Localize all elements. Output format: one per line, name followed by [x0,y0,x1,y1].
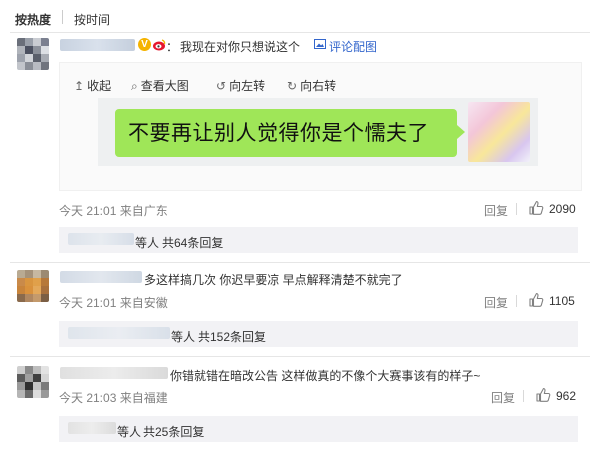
sub-reply-count-link[interactable]: 共64条回复 [162,234,223,251]
sub-reply-users[interactable] [68,422,116,434]
sub-reply-count-link[interactable]: 共152条回复 [198,328,266,345]
reply-button[interactable]: 回复 [491,389,515,406]
chat-avatar-image [468,102,530,162]
comment-image-link[interactable]: 评论配图 [329,38,377,55]
comment-colon: ： [166,40,179,54]
sub-reply-suffix: 等人 [171,330,196,344]
sub-reply-suffix: 等人 [117,425,142,439]
rotate-right-label: 向右转 [300,79,337,93]
avatar[interactable] [17,366,49,398]
rotate-left-label: 向左转 [229,79,266,93]
sort-by-time-tab[interactable]: 按时间 [74,11,110,28]
collapse-label: 收起 [87,79,112,93]
action-separator [516,203,517,215]
sub-reply-suffix: 等人 [135,236,160,250]
action-separator [523,390,524,402]
comment-divider [10,356,590,357]
comment-time: 今天 21:01 来自安徽 [59,296,168,310]
view-large-label: 查看大图 [140,79,189,93]
rotate-left-button[interactable]: ↺ 向左转 [216,77,265,94]
reply-button[interactable]: 回复 [484,294,508,311]
avatar[interactable] [17,270,49,302]
sub-reply-count-link[interactable]: 共25条回复 [143,423,204,440]
weibo-level-icon [152,38,166,52]
sort-by-hot-tab[interactable]: 按热度 [15,11,51,28]
commenter-name[interactable] [60,39,135,51]
collapse-image-button[interactable]: ↥ 收起 [74,77,111,94]
rotate-right-icon: ↻ [287,79,298,93]
magnifier-icon: ⌕ [131,79,138,93]
thumbs-up-icon[interactable] [528,200,544,216]
sub-reply-users[interactable] [68,233,134,245]
arrow-up-icon: ↥ [74,79,85,93]
comment-text: 多这样搞几次 你迟早要凉 早点解释清楚不就完了 [144,273,403,287]
view-large-image-button[interactable]: ⌕ 查看大图 [131,77,189,94]
image-icon [314,38,326,50]
thumbs-up-icon[interactable] [535,387,551,403]
rotate-right-button[interactable]: ↻ 向右转 [287,77,336,94]
chat-bubble-tail [457,125,465,139]
sub-reply-users[interactable] [68,327,170,339]
commenter-name[interactable] [60,367,168,379]
comment-time: 今天 21:03 来自福建 [59,391,168,405]
rotate-left-icon: ↺ [216,79,227,93]
header-divider [10,32,590,33]
comment-text: 我现在对你只想说这个 [180,40,301,54]
like-count: 1105 [549,294,575,308]
commenter-name[interactable] [60,271,142,283]
action-separator [516,295,517,307]
reply-button[interactable]: 回复 [484,202,508,219]
thumbs-up-icon[interactable] [528,292,544,308]
comment-time: 今天 21:01 来自广东 [59,204,168,218]
verified-v-icon: V [138,38,151,51]
chat-bubble-text: 不要再让别人觉得你是个懦夫了 [128,121,429,145]
like-count: 2090 [549,202,576,216]
like-count: 962 [556,389,577,403]
sort-tab-separator [62,10,63,24]
comment-text: 你错就错在暗改公告 这样做真的不像个大赛事该有的样子~ [170,369,481,383]
avatar[interactable] [17,38,49,70]
comment-divider [10,262,590,263]
